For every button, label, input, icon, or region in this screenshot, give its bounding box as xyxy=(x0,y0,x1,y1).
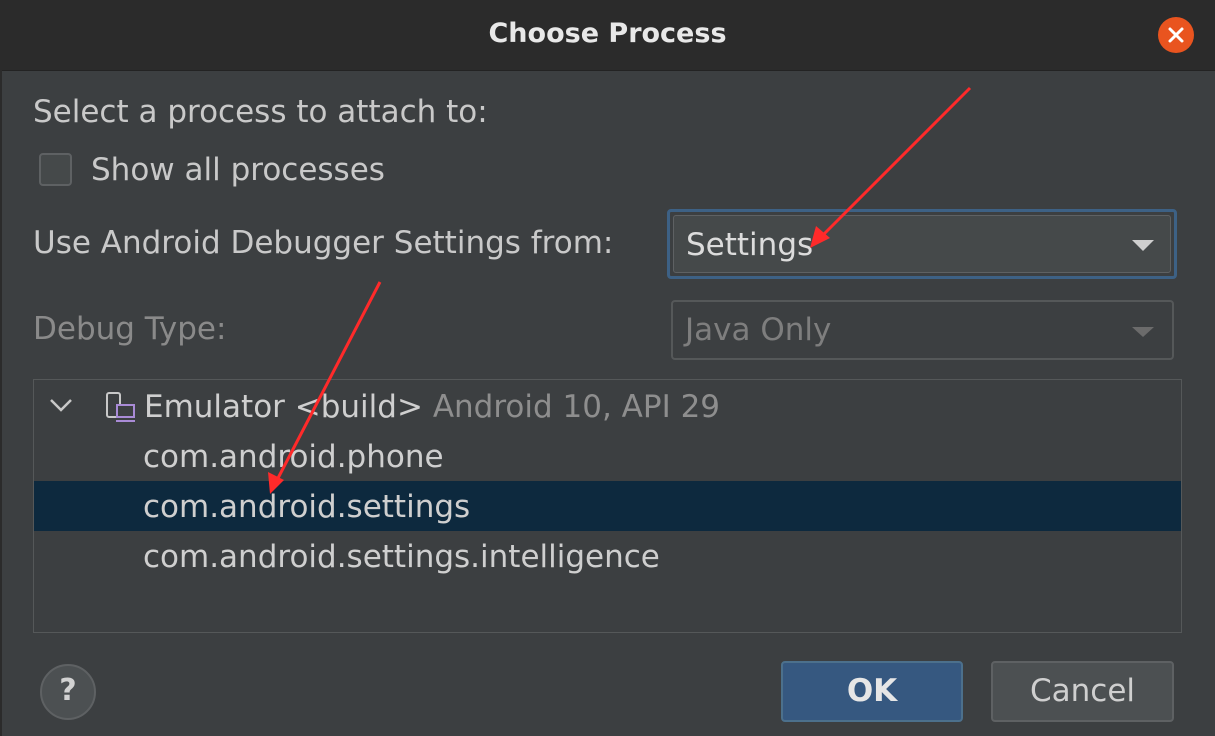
dialog-title: Choose Process xyxy=(488,18,727,49)
debug-type-value: Java Only xyxy=(685,312,832,348)
choose-process-dialog: Choose Process Select a process to attac… xyxy=(0,0,1215,736)
title-bar: Choose Process xyxy=(0,0,1215,71)
cancel-button[interactable]: Cancel xyxy=(991,661,1174,722)
process-name: com.android.phone xyxy=(143,439,444,475)
tree-row-process[interactable]: com.android.settings.intelligence xyxy=(34,531,1181,581)
debug-type-dropdown: Java Only xyxy=(671,300,1174,360)
select-process-prompt: Select a process to attach to: xyxy=(33,94,488,130)
help-icon: ? xyxy=(59,673,77,708)
device-detail: Android 10, API 29 xyxy=(432,389,721,425)
dropdown-arrow-icon xyxy=(1132,327,1154,337)
dropdown-arrow-icon xyxy=(1132,240,1154,251)
show-all-processes-label[interactable]: Show all processes xyxy=(91,152,385,188)
process-name: com.android.settings.intelligence xyxy=(143,539,660,575)
debugger-settings-label: Use Android Debugger Settings from: xyxy=(33,225,614,261)
ok-button[interactable]: OK xyxy=(781,661,963,722)
help-button[interactable]: ? xyxy=(40,664,96,720)
debug-type-label: Debug Type: xyxy=(33,311,227,347)
device-label: Emulator <build> Android 10, API 29 xyxy=(144,389,720,425)
chevron-down-icon[interactable] xyxy=(48,394,74,416)
tree-row-process-selected[interactable]: com.android.settings xyxy=(34,481,1181,531)
close-button[interactable] xyxy=(1158,17,1194,53)
window-edge xyxy=(0,70,2,736)
tree-row-process[interactable]: com.android.phone xyxy=(34,431,1181,481)
device-name: Emulator <build> xyxy=(144,389,423,425)
show-all-processes-checkbox[interactable] xyxy=(39,153,72,186)
process-tree[interactable]: Emulator <build> Android 10, API 29 com.… xyxy=(33,379,1182,633)
tree-row-device[interactable]: Emulator <build> Android 10, API 29 xyxy=(34,381,1181,431)
debugger-settings-dropdown[interactable]: Settings xyxy=(667,209,1177,279)
debugger-settings-value: Settings xyxy=(686,227,814,263)
close-icon xyxy=(1168,27,1184,43)
emulator-device-icon xyxy=(106,392,135,422)
process-name: com.android.settings xyxy=(143,489,471,525)
